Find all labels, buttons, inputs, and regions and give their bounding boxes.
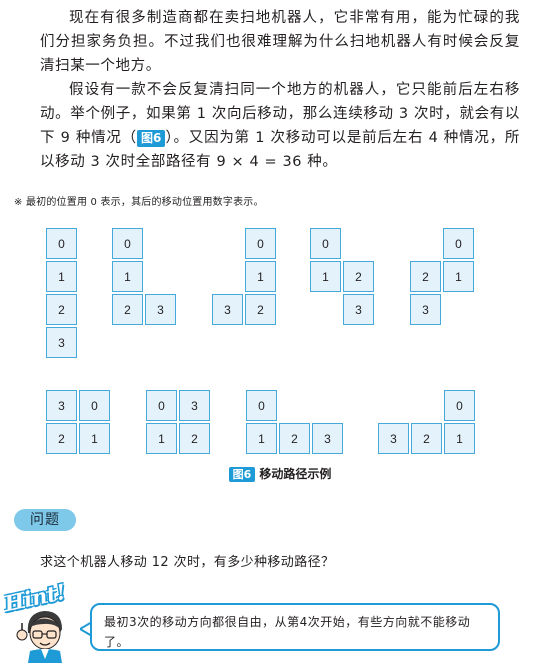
caption-text: 移动路径示例	[259, 467, 332, 481]
path-cell: 1	[112, 261, 143, 292]
path-cell: 1	[146, 423, 177, 454]
path-cell: 1	[310, 261, 341, 292]
figure-note: ※ 最初的位置用 0 表示，其后的移动位置用数字表示。	[14, 197, 264, 208]
path-cell: 1	[46, 261, 77, 292]
teacher-character-icon	[16, 611, 62, 663]
path-cell: 2	[411, 423, 442, 454]
path-cell: 2	[279, 423, 310, 454]
path-cell: 0	[46, 228, 77, 259]
path-cell: 1	[443, 261, 474, 292]
path-cell: 2	[245, 294, 276, 325]
path-cell: 3	[343, 294, 374, 325]
path-cell: 2	[112, 294, 143, 325]
problem-badge: 问题	[14, 509, 76, 531]
figure-caption: 图6 移动路径示例	[0, 465, 560, 482]
path-cell: 3	[378, 423, 409, 454]
problem-question: 求这个机器人移动 12 次时，有多少种移动路径？	[40, 555, 335, 570]
path-cell: 3	[145, 294, 176, 325]
path-cell: 2	[46, 294, 77, 325]
path-cell: 0	[443, 228, 474, 259]
path-cell: 2	[410, 261, 441, 292]
intro-paragraph: 现在有很多制造商都在卖扫地机器人，它非常有用，能为忙碌的我们分担家务负担。不过我…	[40, 10, 520, 74]
path-cell: 0	[112, 228, 143, 259]
path-cell: 3	[46, 327, 77, 358]
hint-bubble: 最初3次的移动方向都很自由，从第4次开始，有些方向就不能移动了。	[90, 603, 500, 651]
path-cell: 2	[343, 261, 374, 292]
path-cell: 1	[444, 423, 475, 454]
path-cell: 1	[246, 423, 277, 454]
path-cell: 3	[46, 390, 77, 421]
path-cell: 2	[179, 423, 210, 454]
path-cell: 3	[312, 423, 343, 454]
path-cell: 0	[310, 228, 341, 259]
path-cell: 3	[410, 294, 441, 325]
path-cell: 3	[179, 390, 210, 421]
path-cell: 2	[46, 423, 77, 454]
path-cell: 1	[79, 423, 110, 454]
path-cell: 1	[245, 261, 276, 292]
caption-tag: 图6	[228, 467, 256, 482]
path-cell: 0	[79, 390, 110, 421]
path-cell: 3	[212, 294, 243, 325]
path-cell: 0	[146, 390, 177, 421]
example-paragraph: 假设有一款不会反复清扫同一个地方的机器人，它只能前后左右移动。举个例子，如果第 …	[40, 78, 520, 174]
path-cell: 0	[245, 228, 276, 259]
figure-reference: 图6	[136, 130, 166, 147]
path-cell: 0	[246, 390, 277, 421]
path-cell: 0	[444, 390, 475, 421]
